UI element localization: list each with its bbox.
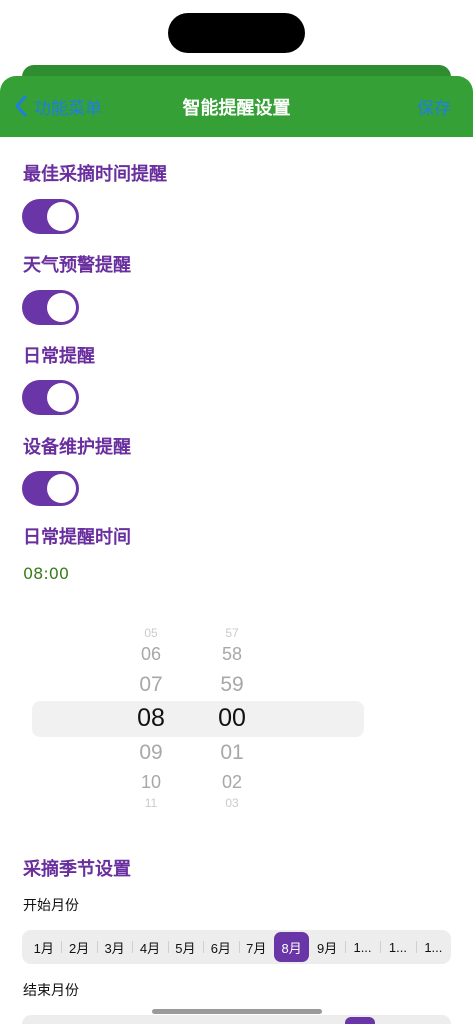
hour-selected: 08 <box>137 704 165 732</box>
toggle-knob <box>47 293 76 322</box>
month-segment[interactable]: 4月 <box>132 932 167 962</box>
page-title: 智能提醒设置 <box>182 98 291 119</box>
hour-option: 09 <box>139 741 163 764</box>
month-segment[interactable]: 5月 <box>167 932 203 962</box>
daily-reminder-time-label: 日常提醒时间 <box>23 527 131 548</box>
minute-option: 59 <box>220 673 244 696</box>
minute-option: 58 <box>221 644 243 664</box>
month-segment[interactable]: 7月 <box>238 932 274 962</box>
month-segment[interactable]: 6月 <box>203 932 238 962</box>
end-month-label: 结束月份 <box>23 983 79 999</box>
time-picker[interactable]: 05 06 07 08 09 10 11 57 58 59 00 01 02 0… <box>0 620 473 820</box>
start-month-selector[interactable]: 1月 2月 3月 4月 5月 6月 7月 8月 9月 1... 1... 1..… <box>22 930 451 964</box>
weather-warning-reminder-toggle[interactable] <box>22 290 79 325</box>
hour-option: 06 <box>140 644 162 664</box>
daily-reminder-label: 日常提醒 <box>23 346 95 367</box>
best-harvest-reminder-toggle[interactable] <box>22 199 79 234</box>
device-maintenance-reminder-toggle[interactable] <box>22 471 79 506</box>
month-segment[interactable]: 3月 <box>96 932 132 962</box>
dynamic-island <box>168 13 305 53</box>
harvest-season-title: 采摘季节设置 <box>23 859 131 880</box>
end-month-selected-segment[interactable] <box>345 1017 375 1024</box>
navigation-bar: 功能菜单 智能提醒设置 保存 <box>0 76 473 137</box>
month-segment[interactable]: 1... <box>344 932 380 962</box>
daily-reminder-time-value: 08:00 <box>23 564 70 583</box>
home-indicator <box>152 1009 322 1014</box>
toggle-knob <box>47 474 76 503</box>
month-segment-selected[interactable]: 8月 <box>273 932 310 962</box>
hour-option: 11 <box>144 796 158 810</box>
picker-selection-band <box>32 701 364 737</box>
weather-warning-reminder-label: 天气预警提醒 <box>23 255 131 276</box>
toggle-knob <box>47 202 76 231</box>
start-month-label: 开始月份 <box>23 898 79 914</box>
toggle-knob <box>47 383 76 412</box>
month-segment[interactable]: 2月 <box>61 932 96 962</box>
minute-selected: 00 <box>218 704 246 732</box>
device-maintenance-reminder-label: 设备维护提醒 <box>23 437 131 458</box>
minute-option: 03 <box>225 796 239 810</box>
month-segment[interactable]: 1月 <box>26 932 61 962</box>
minute-option: 01 <box>220 741 244 764</box>
minute-option: 57 <box>225 626 239 640</box>
minute-option: 02 <box>221 772 243 792</box>
month-segment[interactable]: 9月 <box>309 932 344 962</box>
month-segment[interactable]: 1... <box>380 932 415 962</box>
hour-option: 10 <box>140 772 162 792</box>
daily-reminder-toggle[interactable] <box>22 380 79 415</box>
hour-option: 05 <box>144 626 158 640</box>
best-harvest-reminder-label: 最佳采摘时间提醒 <box>23 164 167 185</box>
end-month-selector[interactable] <box>22 1015 451 1024</box>
hour-option: 07 <box>139 673 163 696</box>
save-button[interactable]: 保存 <box>417 94 451 119</box>
month-segment[interactable]: 1... <box>415 932 451 962</box>
